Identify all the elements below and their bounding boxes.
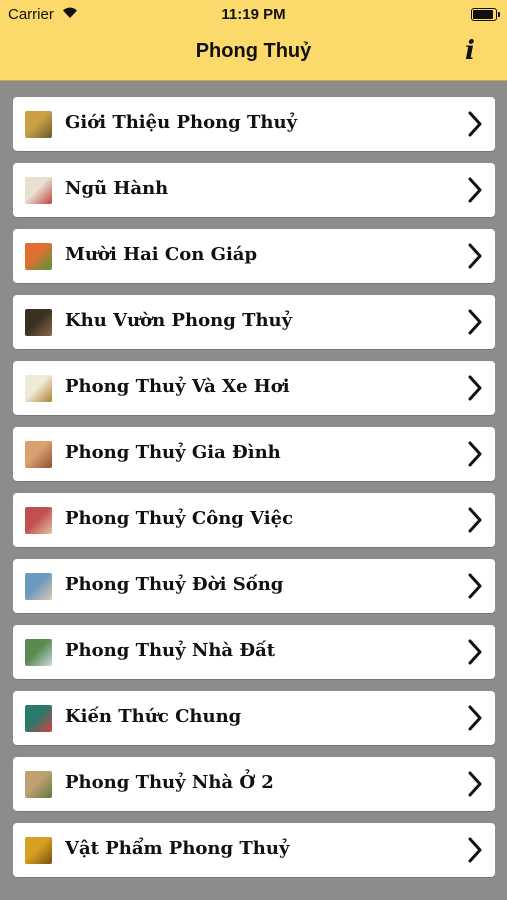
- car-lamp-icon: [25, 375, 52, 402]
- menu-item-label: Ngũ Hành: [65, 178, 169, 199]
- chevron-right-icon: [468, 573, 482, 599]
- zodiac-grid-icon: [25, 243, 52, 270]
- garden-icon: [25, 309, 52, 336]
- menu-item[interactable]: Mười Hai Con Giáp: [13, 229, 495, 283]
- five-elements-chart-icon: [25, 177, 52, 204]
- golden-toad-icon: [25, 837, 52, 864]
- house-icon: [25, 639, 52, 666]
- chevron-right-icon: [468, 309, 482, 335]
- chevron-right-icon: [468, 243, 482, 269]
- clock: 11:19 PM: [221, 6, 286, 23]
- chevron-right-icon: [468, 507, 482, 533]
- menu-item[interactable]: Ngũ Hành: [13, 163, 495, 217]
- menu-item-label: Khu Vườn Phong Thuỷ: [65, 310, 293, 331]
- menu-item-label: Giới Thiệu Phong Thuỷ: [65, 112, 298, 133]
- chevron-right-icon: [468, 177, 482, 203]
- chevron-right-icon: [468, 771, 482, 797]
- chevron-right-icon: [468, 441, 482, 467]
- living-room-icon: [25, 441, 52, 468]
- menu-item-label: Phong Thuỷ Đời Sống: [65, 574, 284, 595]
- chevron-right-icon: [468, 705, 482, 731]
- battery-icon: [471, 8, 500, 21]
- menu-item-label: Phong Thuỷ Nhà Đất: [65, 640, 276, 661]
- dragon-statue-icon: [25, 111, 52, 138]
- chevron-right-icon: [468, 375, 482, 401]
- chevron-right-icon: [468, 111, 482, 137]
- menu-item-label: Phong Thuỷ Công Việc: [65, 508, 294, 529]
- menu-item[interactable]: Vật Phẩm Phong Thuỷ: [13, 823, 495, 877]
- menu-item[interactable]: Phong Thuỷ Và Xe Hơi: [13, 361, 495, 415]
- navigation-bar: Carrier 11:19 PM Phong Thuỷ i: [0, 0, 507, 81]
- page-title: Phong Thuỷ: [195, 40, 312, 62]
- menu-item[interactable]: Phong Thuỷ Nhà Đất: [13, 625, 495, 679]
- status-bar: Carrier 11:19 PM: [0, 0, 507, 28]
- family-photo-icon: [25, 573, 52, 600]
- home-exterior-icon: [25, 771, 52, 798]
- office-people-icon: [25, 507, 52, 534]
- menu-item-label: Mười Hai Con Giáp: [65, 244, 258, 265]
- menu-item[interactable]: Phong Thuỷ Gia Đình: [13, 427, 495, 481]
- menu-item-label: Phong Thuỷ Nhà Ở 2: [65, 772, 274, 793]
- menu-item-label: Kiến Thức Chung: [65, 706, 242, 727]
- menu-item-label: Phong Thuỷ Gia Đình: [65, 442, 281, 463]
- menu-item-label: Vật Phẩm Phong Thuỷ: [65, 838, 290, 859]
- compass-icon: [25, 705, 52, 732]
- chevron-right-icon: [468, 837, 482, 863]
- menu-item[interactable]: Phong Thuỷ Công Việc: [13, 493, 495, 547]
- menu-item[interactable]: Phong Thuỷ Nhà Ở 2: [13, 757, 495, 811]
- menu-item[interactable]: Giới Thiệu Phong Thuỷ: [13, 97, 495, 151]
- info-button[interactable]: i: [459, 37, 481, 65]
- menu-item[interactable]: Khu Vườn Phong Thuỷ: [13, 295, 495, 349]
- menu-item-label: Phong Thuỷ Và Xe Hơi: [65, 376, 290, 397]
- chevron-right-icon: [468, 639, 482, 665]
- menu-item[interactable]: Kiến Thức Chung: [13, 691, 495, 745]
- menu-item[interactable]: Phong Thuỷ Đời Sống: [13, 559, 495, 613]
